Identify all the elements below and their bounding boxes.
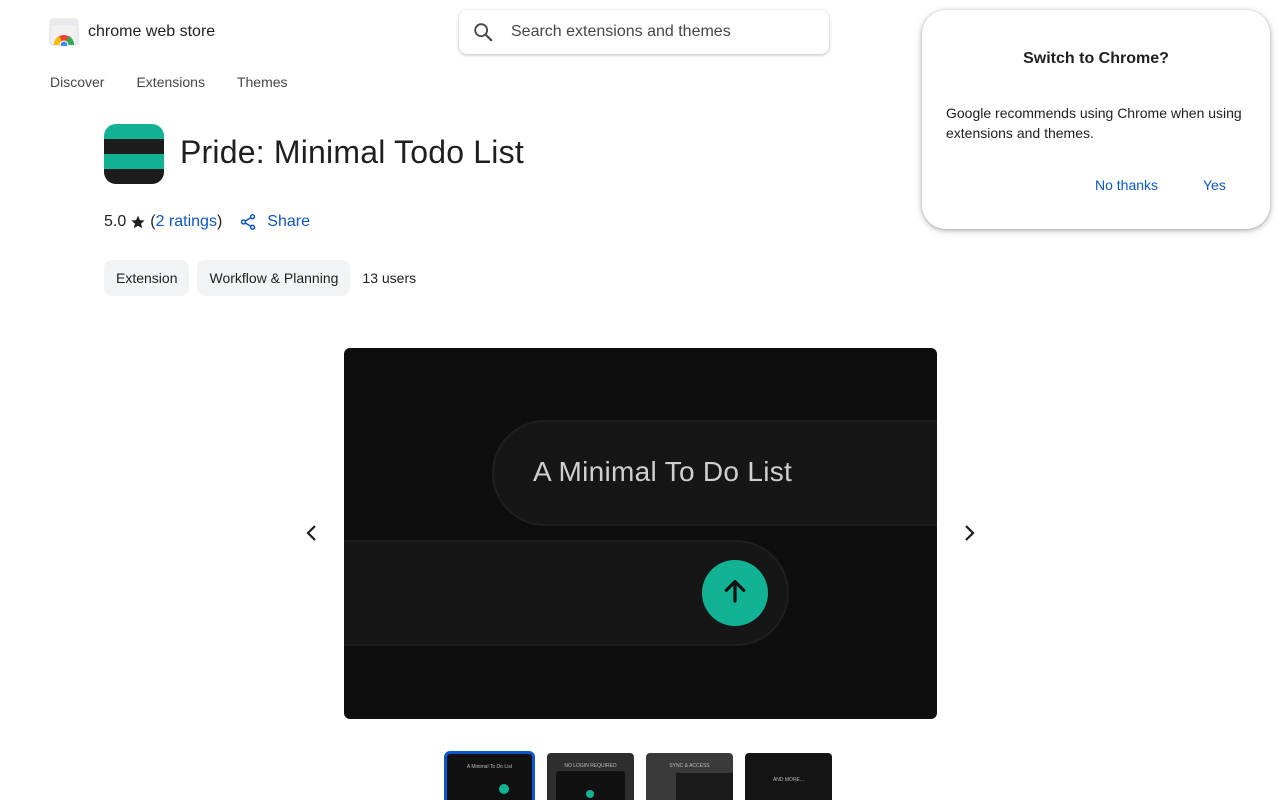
thumbnail-label: NO LOGIN REQUIRED [564,763,617,769]
share-icon [239,213,257,231]
slide-submit-button [702,560,768,626]
search-input[interactable] [511,23,811,41]
slide-text: A Minimal To Do List [533,456,793,487]
icon-stripe [104,124,164,139]
carousel-thumbnails: A Minimal To Do List NO LOGIN REQUIRED S… [444,751,844,800]
chevron-left-icon [305,524,319,547]
thumbnail-3[interactable]: SYNC & ACCESS [646,753,733,800]
icon-stripe [104,169,164,184]
no-thanks-button[interactable]: No thanks [1095,177,1158,193]
carousel-next-button[interactable] [953,519,985,551]
ratings-paren-close: ) [216,213,223,230]
thumbnail-label: A Minimal To Do List [466,764,513,770]
rating-value: 5.0 [104,213,127,230]
arrow-up-icon [720,576,750,611]
switch-to-chrome-dialog: Switch to Chrome? Google recommends usin… [922,10,1270,229]
dialog-body: Google recommends using Chrome when usin… [946,105,1242,141]
chevron-right-icon [962,524,976,547]
category-chips: Extension Workflow & Planning 13 users [104,260,416,296]
main-nav: Discover Extensions Themes [50,74,320,90]
user-count: 13 users [362,270,417,286]
store-name: chrome web store [88,23,216,40]
star-icon [130,214,146,230]
share-label: Share [267,213,310,230]
icon-stripe [104,139,164,154]
ratings-link[interactable]: 2 ratings [156,213,217,231]
share-button[interactable]: Share [239,213,310,231]
carousel-prev-button[interactable] [296,519,328,551]
search-icon[interactable] [472,21,494,43]
nav-extensions[interactable]: Extensions [136,74,204,90]
rating-row: 5.0 (2 ratings) Share [104,213,310,231]
thumbnail-label: AND MORE... [772,777,805,783]
dialog-title: Switch to Chrome? [1023,50,1169,67]
thumbnail-label: SYNC & ACCESS [669,763,710,769]
search-box[interactable] [459,10,829,54]
thumbnail-1[interactable]: A Minimal To Do List [444,751,535,800]
nav-themes[interactable]: Themes [237,74,288,90]
thumbnail-4[interactable]: AND MORE... [745,753,832,800]
thumbnail-2[interactable]: NO LOGIN REQUIRED [547,753,634,800]
chrome-web-store-icon [49,18,79,50]
extension-title: Pride: Minimal Todo List [180,134,524,170]
nav-discover[interactable]: Discover [50,74,104,90]
chip-category[interactable]: Workflow & Planning [197,260,351,296]
chip-extension[interactable]: Extension [104,260,190,296]
yes-button[interactable]: Yes [1203,177,1226,193]
extension-icon [104,124,164,184]
icon-stripe [104,154,164,169]
screenshot-carousel: A Minimal To Do List [344,348,937,719]
store-logo[interactable]: chrome web store [49,18,216,50]
